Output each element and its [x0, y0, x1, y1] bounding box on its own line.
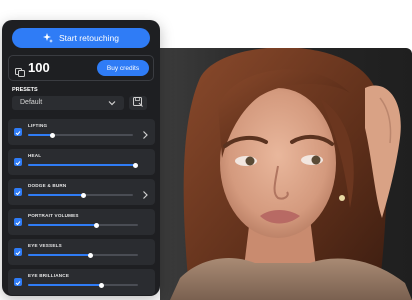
portrait-photo: [160, 48, 412, 300]
chevron-right-icon[interactable]: [142, 187, 149, 199]
chevron-right-icon[interactable]: [142, 127, 149, 139]
slider-thumb[interactable]: [133, 162, 139, 168]
portrait-illustration: [170, 48, 412, 300]
slider-fill: [28, 164, 136, 166]
tool-label: EYE VESSELS: [28, 243, 62, 248]
buy-credits-button[interactable]: Buy credits: [97, 60, 149, 76]
tool-row-lifting[interactable]: LIFTING: [8, 119, 155, 145]
checkmark-icon: [15, 273, 21, 291]
tool-slider[interactable]: [28, 162, 139, 168]
checkmark-icon: [15, 123, 21, 141]
retouch-panel: Start retouching 100 Buy credits PRESETS…: [2, 20, 160, 296]
credits-count: 100: [28, 60, 50, 75]
checkmark-icon: [15, 183, 21, 201]
tool-label: EYE BRILLIANCE: [28, 273, 70, 278]
presets-label: PRESETS: [12, 87, 38, 93]
sparkle-icon: [42, 33, 53, 43]
slider-thumb[interactable]: [88, 252, 94, 258]
slider-thumb[interactable]: [81, 192, 87, 198]
tool-row-eye-vessels[interactable]: EYE VESSELS: [8, 239, 155, 265]
slider-thumb[interactable]: [93, 222, 99, 228]
slider-thumb[interactable]: [99, 282, 105, 288]
tool-checkbox[interactable]: [14, 128, 22, 136]
tool-slider[interactable]: [28, 252, 138, 258]
tool-checkbox[interactable]: [14, 218, 22, 226]
checkmark-icon: [15, 213, 21, 231]
tool-slider[interactable]: [28, 132, 133, 138]
tool-row-portrait-volumes[interactable]: PORTRAIT VOLUMES: [8, 209, 155, 235]
tool-label: HEAL: [28, 153, 42, 158]
save-preset-icon: [133, 94, 143, 112]
tool-row-eye-brilliance[interactable]: EYE BRILLIANCE: [8, 269, 155, 295]
tool-row-heal[interactable]: HEAL: [8, 149, 155, 175]
credits-box: 100 Buy credits: [8, 55, 154, 81]
tool-checkbox[interactable]: [14, 158, 22, 166]
checkmark-icon: [15, 153, 21, 171]
tool-label: DODGE & BURN: [28, 183, 67, 188]
tool-row-dodge-burn[interactable]: DODGE & BURN: [8, 179, 155, 205]
tool-checkbox[interactable]: [14, 248, 22, 256]
chevron-down-icon: [108, 99, 116, 107]
tool-label: PORTRAIT VOLUMES: [28, 213, 79, 218]
save-preset-button[interactable]: [129, 96, 147, 110]
slider-fill: [28, 134, 53, 136]
tool-slider[interactable]: [28, 222, 138, 228]
slider-fill: [28, 284, 102, 286]
slider-fill: [28, 194, 84, 196]
preset-select[interactable]: Default: [12, 96, 124, 110]
tool-slider[interactable]: [28, 282, 138, 288]
checkmark-icon: [15, 243, 21, 261]
tool-checkbox[interactable]: [14, 188, 22, 196]
tool-label: LIFTING: [28, 123, 48, 128]
slider-fill: [28, 254, 91, 256]
start-retouching-label: Start retouching: [58, 33, 119, 43]
tool-checkbox[interactable]: [14, 278, 22, 286]
slider-thumb[interactable]: [49, 132, 55, 138]
preset-selected-value: Default: [20, 99, 43, 106]
tool-slider[interactable]: [28, 192, 133, 198]
coins-icon: [15, 64, 25, 77]
start-retouching-button[interactable]: Start retouching: [12, 28, 150, 48]
slider-fill: [28, 224, 97, 226]
